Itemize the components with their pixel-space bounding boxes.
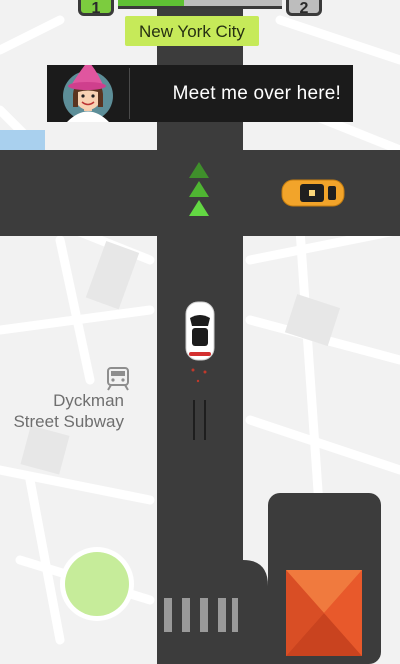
dialog-divider bbox=[129, 68, 130, 119]
next-level-badge: 2 bbox=[286, 0, 322, 17]
poi-label: Dyckman Street Subway bbox=[0, 390, 124, 432]
city-name-badge: New York City bbox=[125, 16, 259, 46]
game-screen: 1 2 New York City Meet me over here! Dyc… bbox=[0, 0, 400, 664]
taxi-car-icon bbox=[281, 179, 345, 207]
progress-track bbox=[118, 0, 282, 9]
train-icon bbox=[107, 367, 129, 391]
progress-fill bbox=[118, 0, 184, 6]
current-level-badge: 1 bbox=[78, 0, 114, 17]
pickup-point-icon bbox=[60, 547, 134, 621]
poi-name-line1: Dyckman bbox=[53, 391, 124, 410]
dialog-banner[interactable]: Meet me over here! bbox=[47, 65, 353, 122]
destination-building-icon bbox=[286, 570, 362, 656]
girl-with-pink-hat-avatar bbox=[63, 65, 113, 122]
player-car-icon bbox=[185, 301, 215, 361]
poi-name-line2: Street Subway bbox=[13, 412, 124, 431]
dialog-message: Meet me over here! bbox=[172, 83, 341, 104]
